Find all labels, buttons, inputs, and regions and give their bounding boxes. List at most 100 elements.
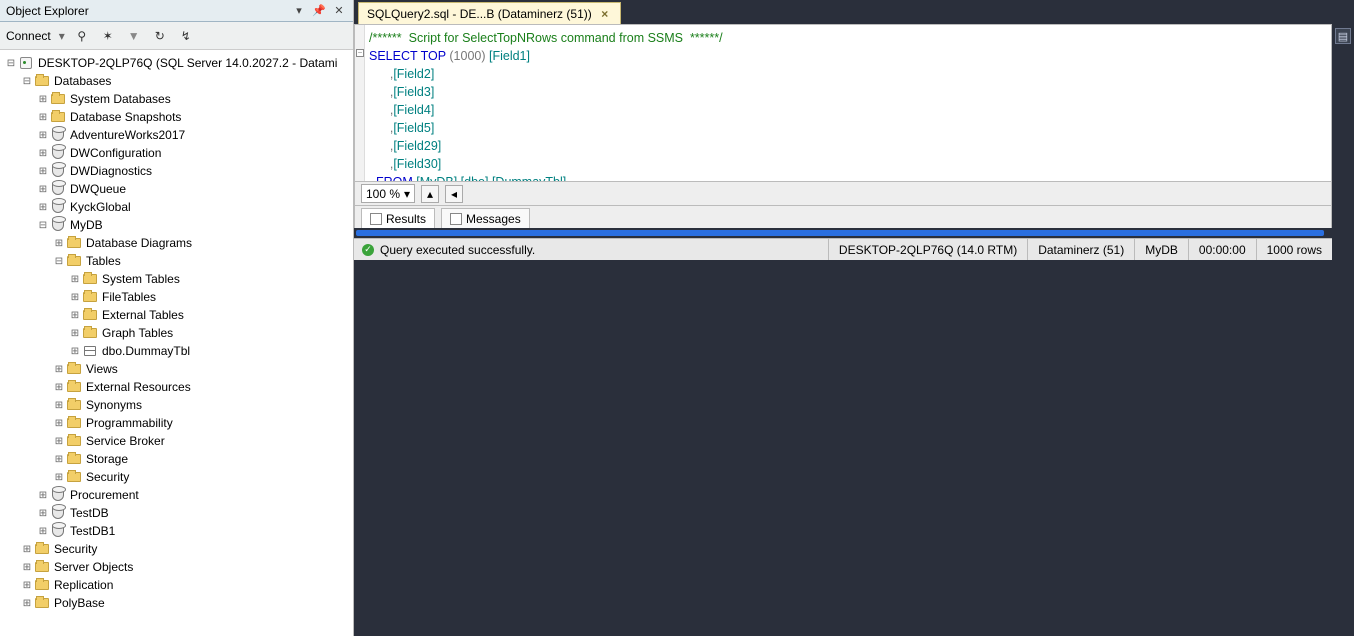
sql-text: [Field3] <box>393 85 434 99</box>
zoom-dropdown[interactable]: 100 %▾ <box>361 184 415 203</box>
expand-icon[interactable]: ⊞ <box>52 382 66 393</box>
expand-icon[interactable]: ⊞ <box>52 454 66 465</box>
nav-left-icon[interactable]: ◂ <box>445 185 463 203</box>
close-tab-icon[interactable]: × <box>598 7 612 21</box>
storage-node[interactable]: Storage <box>84 452 128 466</box>
security-srv-node[interactable]: Security <box>52 542 97 556</box>
folder-icon <box>82 326 98 340</box>
folder-icon <box>66 470 82 484</box>
database-icon <box>50 488 66 502</box>
expand-icon[interactable]: ⊞ <box>52 418 66 429</box>
expand-icon[interactable]: ⊞ <box>52 436 66 447</box>
window-menu-icon[interactable]: ▾ <box>291 3 307 19</box>
sql-text: , <box>369 103 393 117</box>
expand-icon[interactable]: ⊞ <box>20 598 34 609</box>
tables-node[interactable]: Tables <box>84 254 121 268</box>
expand-icon[interactable]: ⊞ <box>36 94 50 105</box>
polybase-node[interactable]: PolyBase <box>52 596 105 610</box>
collapse-icon[interactable]: ⊟ <box>36 220 50 231</box>
views-node[interactable]: Views <box>84 362 118 376</box>
expand-icon[interactable]: ⊞ <box>36 112 50 123</box>
expand-icon[interactable]: ⊞ <box>68 310 82 321</box>
collapse-icon[interactable]: ⊟ <box>52 256 66 267</box>
folder-icon <box>82 308 98 322</box>
table-node[interactable]: dbo.DummayTbl <box>100 344 190 358</box>
external-tables-node[interactable]: External Tables <box>100 308 184 322</box>
db-node[interactable]: DWDiagnostics <box>68 164 152 178</box>
status-message: Query executed successfully. <box>380 243 535 257</box>
doc-well-controls: ▤ <box>1332 24 1354 260</box>
tab-results[interactable]: Results <box>361 208 435 228</box>
graph-tables-node[interactable]: Graph Tables <box>100 326 173 340</box>
expand-icon[interactable]: ⊞ <box>68 328 82 339</box>
refresh-icon[interactable]: ↻ <box>151 27 169 45</box>
collapse-icon[interactable]: ⊟ <box>4 58 18 69</box>
expand-icon[interactable]: ⊞ <box>52 364 66 375</box>
database-icon <box>50 146 66 160</box>
server-node[interactable]: DESKTOP-2QLP76Q (SQL Server 14.0.2027.2 … <box>36 56 337 70</box>
pin-icon[interactable]: 📌 <box>311 3 327 19</box>
security-db-node[interactable]: Security <box>84 470 129 484</box>
expand-icon[interactable]: ⊞ <box>36 184 50 195</box>
db-node[interactable]: TestDB1 <box>68 524 115 538</box>
expand-icon[interactable]: ⊞ <box>52 238 66 249</box>
sql-text: , <box>369 157 393 171</box>
fold-icon[interactable]: − <box>356 49 364 57</box>
expand-icon[interactable]: ⊞ <box>36 508 50 519</box>
expand-icon[interactable]: ⊞ <box>36 130 50 141</box>
service-broker-node[interactable]: Service Broker <box>84 434 165 448</box>
db-node[interactable]: MyDB <box>68 218 103 232</box>
sql-editor[interactable]: −/****** Script for SelectTopNRows comma… <box>354 24 1332 182</box>
system-databases-node[interactable]: System Databases <box>68 92 171 106</box>
replication-node[interactable]: Replication <box>52 578 113 592</box>
object-explorer-title: Object Explorer <box>6 4 89 18</box>
sync-icon[interactable]: ↯ <box>177 27 195 45</box>
disconnect-icon[interactable]: ⚲ <box>73 27 91 45</box>
expand-icon[interactable]: ⊞ <box>20 544 34 555</box>
expand-icon[interactable]: ⊞ <box>52 400 66 411</box>
folder-icon <box>34 542 50 556</box>
split-icon[interactable]: ▤ <box>1335 28 1351 44</box>
database-icon <box>50 128 66 142</box>
close-icon[interactable]: ✕ <box>331 3 347 19</box>
db-node[interactable]: AdventureWorks2017 <box>68 128 185 142</box>
file-tables-node[interactable]: FileTables <box>100 290 156 304</box>
expand-icon[interactable]: ⊞ <box>36 526 50 537</box>
connect-button[interactable]: Connect <box>6 29 51 43</box>
tab-messages[interactable]: Messages <box>441 208 530 228</box>
sql-text: , <box>369 121 393 135</box>
expand-icon[interactable]: ⊞ <box>20 580 34 591</box>
expand-icon[interactable]: ⊞ <box>68 292 82 303</box>
folder-icon <box>66 362 82 376</box>
db-node[interactable]: DWConfiguration <box>68 146 161 160</box>
expand-icon[interactable]: ⊞ <box>36 166 50 177</box>
db-node[interactable]: TestDB <box>68 506 109 520</box>
expand-icon[interactable]: ⊞ <box>36 148 50 159</box>
nav-up-icon[interactable]: ▴ <box>421 185 439 203</box>
expand-icon[interactable]: ⊞ <box>20 562 34 573</box>
database-icon <box>50 506 66 520</box>
expand-icon[interactable]: ⊞ <box>36 202 50 213</box>
db-diagrams-node[interactable]: Database Diagrams <box>84 236 192 250</box>
stop-icon[interactable]: ✶ <box>99 27 117 45</box>
expand-icon[interactable]: ⊞ <box>36 490 50 501</box>
folder-icon <box>82 272 98 286</box>
programmability-node[interactable]: Programmability <box>84 416 173 430</box>
expand-icon[interactable]: ⊞ <box>68 346 82 357</box>
collapse-icon[interactable]: ⊟ <box>20 76 34 87</box>
db-node[interactable]: DWQueue <box>68 182 126 196</box>
database-snapshots-node[interactable]: Database Snapshots <box>68 110 181 124</box>
databases-node[interactable]: Databases <box>52 74 111 88</box>
folder-icon <box>34 596 50 610</box>
synonyms-node[interactable]: Synonyms <box>84 398 142 412</box>
expand-icon[interactable]: ⊞ <box>52 472 66 483</box>
server-objects-node[interactable]: Server Objects <box>52 560 133 574</box>
db-node[interactable]: KyckGlobal <box>68 200 131 214</box>
filter-icon[interactable]: ▼ <box>125 27 143 45</box>
db-node[interactable]: Procurement <box>68 488 139 502</box>
expand-icon[interactable]: ⊞ <box>68 274 82 285</box>
object-explorer-tree[interactable]: ⊟DESKTOP-2QLP76Q (SQL Server 14.0.2027.2… <box>0 50 353 636</box>
external-resources-node[interactable]: External Resources <box>84 380 191 394</box>
document-tab[interactable]: SQLQuery2.sql - DE...B (Dataminerz (51))… <box>358 2 621 24</box>
system-tables-node[interactable]: System Tables <box>100 272 180 286</box>
